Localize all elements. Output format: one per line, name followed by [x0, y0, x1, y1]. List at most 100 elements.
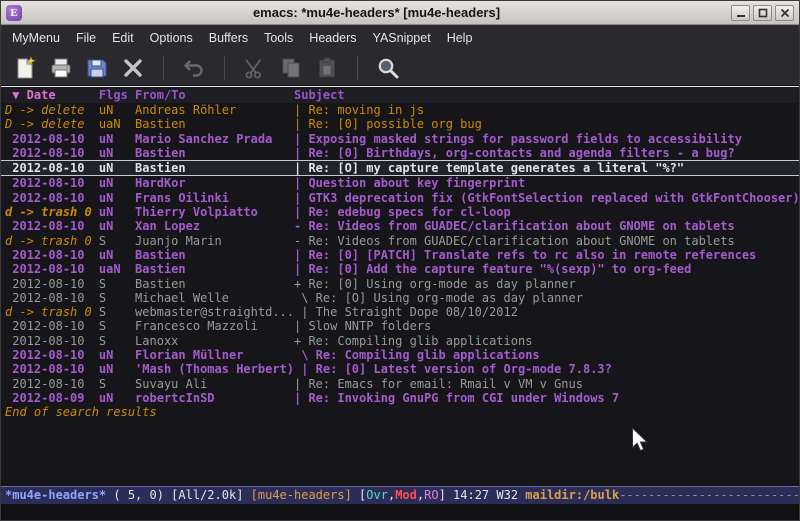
message-subject: | Re: edebug specs for cl-loop [294, 205, 511, 219]
message-row[interactable]: d -> trash 0 S webmaster@straightd... | … [1, 305, 799, 319]
column-header-subject[interactable]: Subject [294, 88, 345, 102]
menu-mymenu[interactable]: MyMenu [4, 27, 68, 49]
message-mark: D -> delete [5, 117, 99, 131]
menu-yasnippet[interactable]: YASnippet [365, 27, 439, 49]
message-row[interactable]: 2012-08-10 uN Xan Lopez - Re: Videos fro… [1, 219, 799, 233]
maximize-button[interactable] [753, 5, 772, 21]
copy-icon [279, 56, 303, 80]
message-subject: | Slow NNTP folders [294, 319, 431, 333]
save-button[interactable] [81, 53, 113, 83]
message-from: robertcInSD [135, 391, 294, 405]
message-row[interactable]: 2012-08-10 S Lanoxx + Re: Compiling glib… [1, 334, 799, 348]
message-row[interactable]: d -> trash 0 uN Thierry Volpiatto | Re: … [1, 205, 799, 219]
message-from: Frans Oilinki [135, 191, 294, 205]
message-row[interactable]: 2012-08-10 uN Florian Müllner \ Re: Comp… [1, 348, 799, 362]
message-date: 2012-08-10 [5, 334, 99, 348]
message-row[interactable]: 2012-08-10 uN Bastien | Re: [0] [PATCH] … [1, 248, 799, 262]
message-mark: D -> delete [5, 103, 99, 117]
cut-button[interactable] [239, 53, 271, 83]
message-row[interactable]: D -> delete uN Andreas Röhler | Re: movi… [1, 103, 799, 117]
window-controls [731, 5, 794, 21]
message-row[interactable]: 2012-08-10 uN Mario Sanchez Prada | Expo… [1, 132, 799, 146]
message-from: Bastien [135, 117, 294, 131]
message-flags: uN [99, 219, 135, 233]
undo-button[interactable] [178, 53, 210, 83]
menu-bar: MyMenuFileEditOptionsBuffersToolsHeaders… [1, 25, 799, 50]
modeline-path: maildir:/bulk [525, 488, 619, 502]
minimize-button[interactable] [731, 5, 750, 21]
column-header-date[interactable]: ▼ Date [5, 88, 99, 102]
menu-headers[interactable]: Headers [301, 27, 364, 49]
print-button[interactable] [45, 53, 77, 83]
message-from: Bastien [135, 161, 294, 175]
message-from: Francesco Mazzoli [135, 319, 294, 333]
message-date: 2012-08-10 [5, 176, 99, 190]
toolbar-separator [357, 56, 358, 80]
message-subject: | Re: [0] Latest version of Org-mode 7.8… [301, 362, 612, 376]
message-row[interactable]: 2012-08-10 S Suvayu Ali | Re: Emacs for … [1, 377, 799, 391]
titlebar[interactable]: E emacs: *mu4e-headers* [mu4e-headers] [1, 1, 799, 25]
message-row[interactable]: 2012-08-10 uN Frans Oilinki | GTK3 depre… [1, 191, 799, 205]
column-header-flags[interactable]: Flgs [99, 88, 135, 102]
message-flags: uN [99, 176, 135, 190]
message-from: Mario Sanchez Prada [135, 132, 294, 146]
copy-button[interactable] [275, 53, 307, 83]
message-flags: uN [99, 205, 135, 219]
message-date: 2012-08-10 [5, 146, 99, 160]
modeline-ovr: Ovr [366, 488, 388, 502]
column-header-line[interactable]: ▼ Date Flgs From/To Subject [1, 86, 799, 103]
search-button[interactable] [372, 53, 404, 83]
menu-tools[interactable]: Tools [256, 27, 301, 49]
message-row[interactable]: D -> delete uaN Bastien | Re: [0] possib… [1, 117, 799, 131]
message-row[interactable]: 2012-08-10 uaN Bastien | Re: [0] Add the… [1, 262, 799, 276]
mu4e-headers-buffer[interactable]: ▼ Date Flgs From/To Subject D -> delete … [1, 86, 799, 486]
message-flags: uaN [99, 117, 135, 131]
close-button[interactable] [117, 53, 149, 83]
menu-file[interactable]: File [68, 27, 104, 49]
message-subject: | Re: [0] Add the capture feature "%(sex… [294, 262, 691, 276]
column-header-from[interactable]: From/To [135, 88, 294, 102]
new-file-button[interactable] [9, 53, 41, 83]
message-date: 2012-08-10 [5, 161, 99, 175]
message-subject: | Exposing masked strings for password f… [294, 132, 742, 146]
message-date: 2012-08-10 [5, 377, 99, 391]
emacs-app-icon: E [6, 5, 22, 21]
message-row[interactable]: 2012-08-10 uN Bastien | Re: [0] Birthday… [1, 146, 799, 160]
close-button[interactable] [775, 5, 794, 21]
message-subject: | Re: [0] Birthdays, org-contacts and ag… [294, 146, 735, 160]
message-subject: | Question about key fingerprint [294, 176, 525, 190]
message-subject: - Re: Videos from GUADEC/clarification a… [294, 234, 735, 248]
message-flags: uN [99, 132, 135, 146]
message-date: 2012-08-10 [5, 248, 99, 262]
menu-options[interactable]: Options [142, 27, 201, 49]
undo-icon [182, 56, 206, 80]
toolbar-separator [163, 56, 164, 80]
message-row[interactable]: d -> trash 0 S Juanjo Marin - Re: Videos… [1, 234, 799, 248]
message-row[interactable]: 2012-08-10 S Michael Welle \ Re: [O] Usi… [1, 291, 799, 305]
search-icon [376, 56, 400, 80]
message-subject: \ Re: Compiling glib applications [294, 348, 540, 362]
message-subject: \ Re: [O] Using org-mode as day planner [294, 291, 583, 305]
modeline-dashes: ---------------------------------------- [619, 488, 799, 502]
message-date: 2012-08-10 [5, 291, 99, 305]
message-row[interactable]: 2012-08-10 uN 'Mash (Thomas Herbert) | R… [1, 362, 799, 376]
paste-button[interactable] [311, 53, 343, 83]
message-row[interactable]: 2012-08-10 uN HardKor | Question about k… [1, 176, 799, 190]
message-flags: uN [99, 103, 135, 117]
menu-edit[interactable]: Edit [104, 27, 142, 49]
message-flags: S [99, 277, 135, 291]
message-row[interactable]: 2012-08-09 uN robertcInSD | Re: Invoking… [1, 391, 799, 405]
paste-icon [315, 56, 339, 80]
message-date: 2012-08-10 [5, 319, 99, 333]
echo-area[interactable] [1, 504, 799, 520]
menu-buffers[interactable]: Buffers [201, 27, 256, 49]
modeline-ro: RO [424, 488, 438, 502]
modeline-mod: Mod [395, 488, 417, 502]
message-flags: S [99, 319, 135, 333]
message-row-current[interactable]: 2012-08-10 uN Bastien | Re: [O] my captu… [1, 160, 799, 176]
message-row[interactable]: 2012-08-10 S Bastien + Re: [0] Using org… [1, 277, 799, 291]
message-flags: uN [99, 348, 135, 362]
menu-help[interactable]: Help [439, 27, 481, 49]
message-row[interactable]: 2012-08-10 S Francesco Mazzoli | Slow NN… [1, 319, 799, 333]
message-subject: + Re: [0] Using org-mode as day planner [294, 277, 576, 291]
